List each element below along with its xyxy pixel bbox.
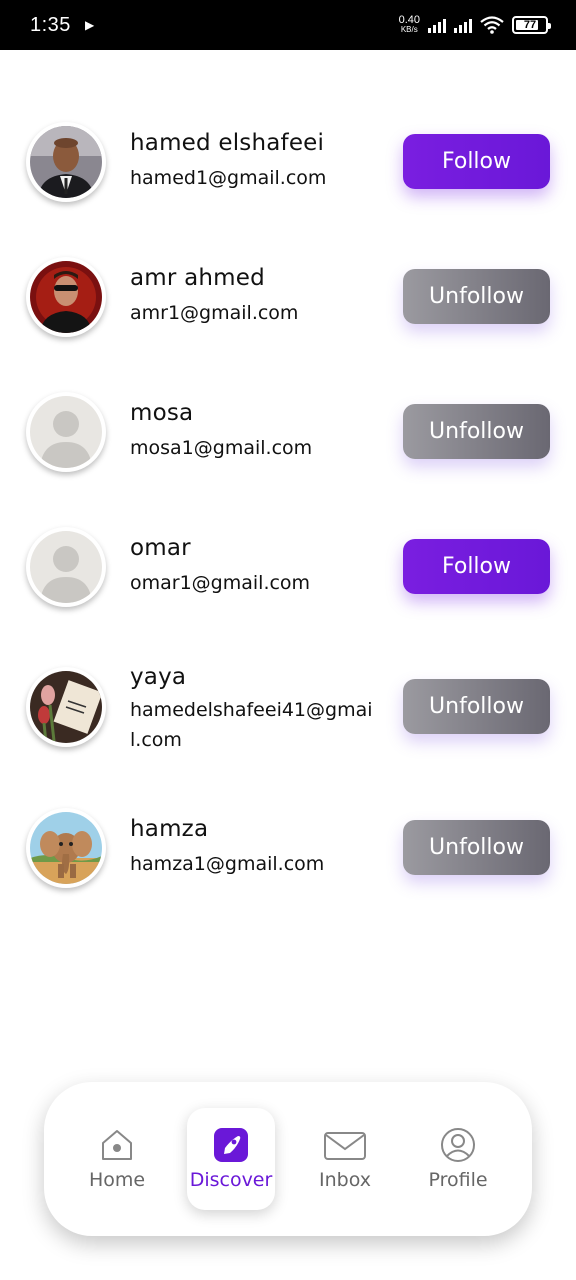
user-photo — [30, 261, 102, 333]
user-name: amr ahmed — [130, 265, 265, 291]
status-time: 1:35 — [30, 13, 71, 36]
nav-discover[interactable]: Discover — [187, 1082, 275, 1236]
user-email: hamed1@gmail.com — [130, 167, 327, 189]
user-photo — [30, 671, 102, 743]
user-email: omar1@gmail.com — [130, 572, 311, 594]
avatar[interactable] — [26, 257, 106, 337]
follow-button[interactable]: Follow — [403, 134, 550, 189]
default-avatar-icon — [30, 396, 102, 468]
avatar[interactable] — [26, 667, 106, 747]
user-photo — [30, 126, 102, 198]
avatar[interactable] — [26, 527, 106, 607]
profile-icon — [441, 1128, 475, 1162]
wifi-icon — [480, 16, 504, 34]
bottom-nav: Home Discover Inbox Profile — [44, 1082, 532, 1236]
unfollow-button[interactable]: Unfollow — [403, 820, 550, 875]
discover-icon — [214, 1128, 248, 1162]
network-speed-value: 0.40 — [398, 14, 420, 26]
user-name: omar — [130, 535, 191, 561]
home-icon — [102, 1130, 132, 1160]
avatar[interactable] — [26, 392, 106, 472]
user-email: hamza1@gmail.com — [130, 853, 325, 875]
nav-home-label: Home — [88, 1169, 146, 1191]
unfollow-button[interactable]: Unfollow — [403, 269, 550, 324]
user-email: mosa1@gmail.com — [130, 437, 313, 459]
nav-inbox[interactable]: Inbox — [308, 1082, 382, 1236]
avatar[interactable] — [26, 122, 106, 202]
avatar[interactable] — [26, 808, 106, 888]
user-name: hamed elshafeei — [130, 130, 325, 156]
nav-profile[interactable]: Profile — [416, 1082, 500, 1236]
unfollow-button[interactable]: Unfollow — [403, 404, 550, 459]
signal-icon — [428, 17, 446, 33]
mail-icon — [324, 1132, 366, 1160]
user-email: amr1@gmail.com — [130, 302, 299, 324]
signal-icon-2 — [454, 17, 472, 33]
follow-button[interactable]: Follow — [403, 539, 550, 594]
user-name: hamza — [130, 816, 209, 842]
status-bar: 1:35 ▶ 0.40 KB/s 77 — [0, 0, 576, 50]
user-name: mosa — [130, 400, 194, 426]
user-photo — [30, 812, 102, 884]
battery-icon: 77 — [512, 16, 551, 34]
play-icon: ▶ — [84, 18, 95, 32]
status-icons: 0.40 KB/s 77 — [398, 14, 551, 35]
network-speed-unit: KB/s — [400, 25, 418, 34]
nav-inbox-label: Inbox — [319, 1169, 371, 1191]
network-speed: 0.40 KB/s — [398, 14, 420, 35]
nav-home[interactable]: Home — [80, 1082, 154, 1236]
user-name: yaya — [130, 664, 187, 690]
nav-profile-label: Profile — [428, 1169, 488, 1191]
default-avatar-icon — [30, 531, 102, 603]
unfollow-button[interactable]: Unfollow — [403, 679, 550, 734]
user-email: hamedelshafeei41@gmail.com — [130, 699, 373, 751]
battery-level: 77 — [523, 19, 537, 31]
nav-discover-label: Discover — [189, 1169, 273, 1191]
